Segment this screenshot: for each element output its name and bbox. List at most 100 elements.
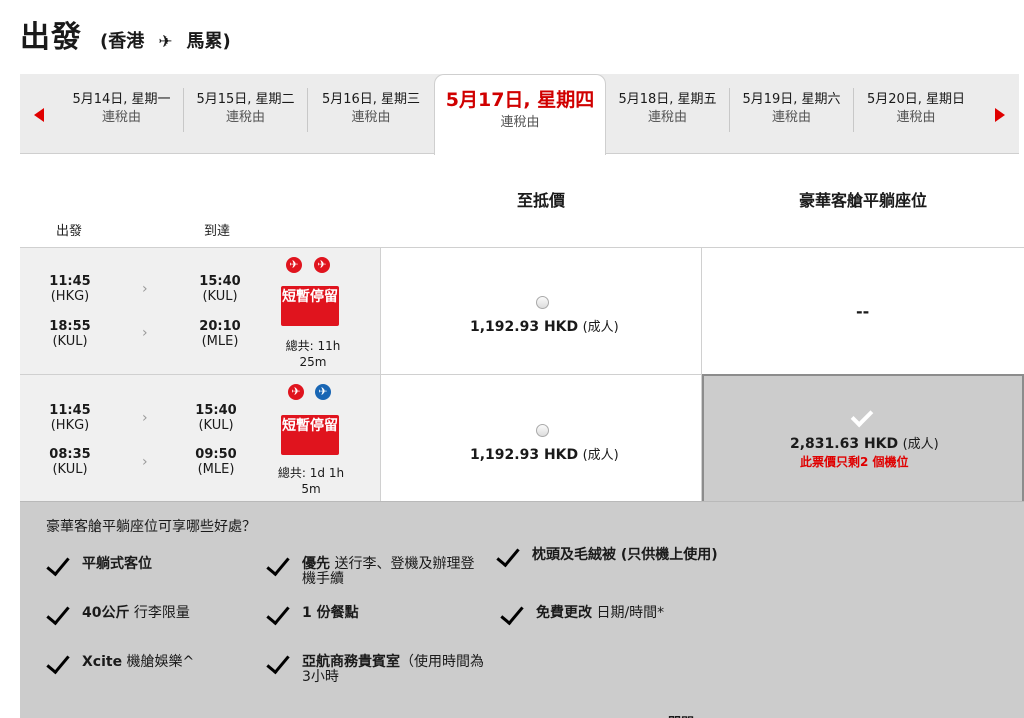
date-label: 5月16日, 星期三 — [321, 92, 421, 107]
lowest-fare-price: 1,192.93 HKD (成人) — [470, 444, 619, 463]
benefit-text: 日期/時間* — [592, 605, 665, 621]
flight-details: 11:45 (HKG) › 15:40 (KUL) 08:35 (KUL) › 09:… — [20, 374, 380, 501]
duration-label: 總共: 1d 1h — [277, 466, 345, 480]
date-sub: 連稅由 — [225, 110, 265, 125]
passenger-type: (成人) — [582, 448, 619, 463]
date-label: 5月15日, 星期二 — [196, 92, 295, 107]
date-label: 5月14日, 星期一 — [72, 92, 171, 107]
date-sub: 連稅由 — [771, 110, 811, 125]
date-label: 5月17日, 星期四 — [445, 89, 595, 111]
segment1-departure: 11:45 (HKG) — [40, 403, 100, 433]
date-tab-active[interactable]: 5月17日, 星期四 連稅由 — [434, 74, 606, 155]
airport: (KUL) — [202, 289, 238, 304]
stopover-badge[interactable]: 短暫停留 — [281, 286, 339, 326]
chevron-right-icon: › — [142, 281, 148, 297]
date-selector: 5月14日, 星期一 連稅由 5月15日, 星期二 連稅由 5月16日, 星期三… — [20, 74, 1019, 155]
time: 20:10 — [199, 319, 241, 334]
duration-rest: 25m — [299, 355, 327, 369]
time: 11:45 — [49, 403, 91, 418]
segment1-arrival: 15:40 (KUL) — [186, 403, 246, 433]
airport: (MLE) — [201, 334, 239, 349]
stopover-badge[interactable]: 短暫停留 — [281, 415, 339, 455]
passenger-type: (成人) — [582, 320, 619, 335]
flight-row-1: 11:45 (HKG) › 15:40 (KUL) 18:55 (KUL) › 20:… — [20, 247, 1024, 374]
arrow-left-icon[interactable] — [34, 108, 44, 122]
benefit-bold: 亞航商務貴賓室 — [302, 654, 400, 670]
date-tab-4[interactable]: 5月18日, 星期五 連稅由 — [606, 88, 730, 132]
airport: (HKG) — [50, 289, 90, 304]
segment2-arrival: 09:50 (MLE) — [186, 447, 246, 477]
premium-fare-cell-selected[interactable]: 2,831.63 HKD (成人) 此票價只剩2 個機位 — [702, 374, 1024, 501]
benefit-text: 行李限量 — [129, 605, 190, 621]
lowest-fare-price: 1,192.93 HKD (成人) — [470, 316, 619, 335]
lowest-fare-cell[interactable]: 1,192.93 HKD (成人) — [380, 374, 702, 501]
arrow-right-icon[interactable] — [995, 108, 1005, 122]
passenger-type: (成人) — [902, 437, 939, 452]
check-icon — [496, 542, 520, 568]
lowest-fare-heading: 至抵價 — [516, 191, 565, 210]
segment1-arrival: 15:40 (KUL) — [190, 274, 250, 304]
duration-rest: 5m — [301, 482, 321, 496]
date-tab-6[interactable]: 5月20日, 星期日 連稅由 — [854, 88, 978, 132]
airport: (KUL) — [52, 462, 88, 477]
time: 15:40 — [195, 403, 237, 418]
flight-row-2: 11:45 (HKG) › 15:40 (KUL) 08:35 (KUL) › 09:… — [20, 374, 1024, 501]
date-sub: 連稅由 — [500, 115, 540, 130]
airline-logo-icon: ✈ — [314, 257, 330, 273]
total-duration: 總共: 11h 25m — [268, 338, 358, 370]
lowest-fare-cell[interactable]: 1,192.93 HKD (成人) — [380, 247, 702, 374]
route: (香港 ✈ 馬累) — [100, 27, 231, 53]
chevron-right-icon: › — [142, 410, 148, 426]
benefit-bold: 優先 — [302, 556, 330, 572]
airport: (KUL) — [52, 334, 88, 349]
amount: 1,192.93 HKD — [470, 319, 579, 335]
arrive-heading: 到達 — [204, 224, 231, 239]
segment1-departure: 11:45 (HKG) — [40, 274, 100, 304]
depart-heading: 出發 — [56, 224, 83, 239]
seats-left-notice: 此票價只剩2 個機位 — [800, 455, 909, 469]
benefit-text: 機艙娛樂^ — [122, 654, 195, 670]
date-tab-2[interactable]: 5月16日, 星期三 連稅由 — [308, 88, 434, 132]
check-icon — [46, 551, 70, 577]
date-tab-5[interactable]: 5月19日, 星期六 連稅由 — [730, 88, 854, 132]
airline-logo-icon: ✈ — [315, 384, 331, 400]
segment2-departure: 08:35 (KUL) — [40, 447, 100, 477]
check-icon — [46, 649, 70, 675]
premium-unavailable: -- — [856, 302, 870, 321]
date-tab-0[interactable]: 5月14日, 星期一 連稅由 — [60, 88, 184, 132]
benefit-bold: 免費更改 — [536, 605, 592, 621]
benefits-question: 豪華客艙平躺座位可享哪些好處？ — [46, 519, 256, 535]
date-label: 5月19日, 星期六 — [742, 92, 841, 107]
segment2-departure: 18:55 (KUL) — [40, 319, 100, 349]
benefit-bold: 枕頭及毛絨被 (只供機上使用) — [532, 547, 718, 563]
date-sub: 連稅由 — [101, 110, 141, 125]
destination: 馬累) — [186, 31, 231, 52]
premium-flatbed-heading: 豪華客艙平躺座位 — [798, 191, 927, 210]
benefit-bold: 40公斤 — [82, 605, 130, 621]
page-title: 出發 — [20, 20, 82, 55]
date-sub: 連稅由 — [647, 110, 687, 125]
premium-fare-cell: -- — [702, 247, 1024, 374]
plane-icon: ✈ — [158, 32, 173, 52]
airline-logo-icon: ✈ — [286, 257, 302, 273]
lowest-fare-radio[interactable] — [536, 424, 549, 437]
close-link[interactable]: 關閉 — [668, 712, 694, 718]
chevron-right-icon: › — [142, 454, 148, 470]
page-header: 出發 (香港 ✈ 馬累) — [20, 12, 231, 56]
date-tab-1[interactable]: 5月15日, 星期二 連稅由 — [184, 88, 308, 132]
lowest-fare-radio[interactable] — [536, 296, 549, 309]
benefit-bold: Xcite — [82, 654, 123, 670]
premium-fare-price: 2,831.63 HKD (成人) — [790, 433, 939, 452]
airport: (KUL) — [198, 418, 234, 433]
date-sub: 連稅由 — [351, 110, 391, 125]
segment2-arrival: 20:10 (MLE) — [190, 319, 250, 349]
time: 09:50 — [195, 447, 237, 462]
time: 18:55 — [49, 319, 91, 334]
time: 15:40 — [199, 274, 241, 289]
total-duration: 總共: 1d 1h 5m — [266, 465, 356, 497]
flight-details: 11:45 (HKG) › 15:40 (KUL) 18:55 (KUL) › 20:… — [20, 247, 380, 374]
check-icon — [500, 600, 524, 626]
benefit-bold: 1 份餐點 — [302, 605, 359, 621]
airline-logo-icon: ✈ — [288, 384, 304, 400]
date-sub: 連稅由 — [896, 110, 936, 125]
